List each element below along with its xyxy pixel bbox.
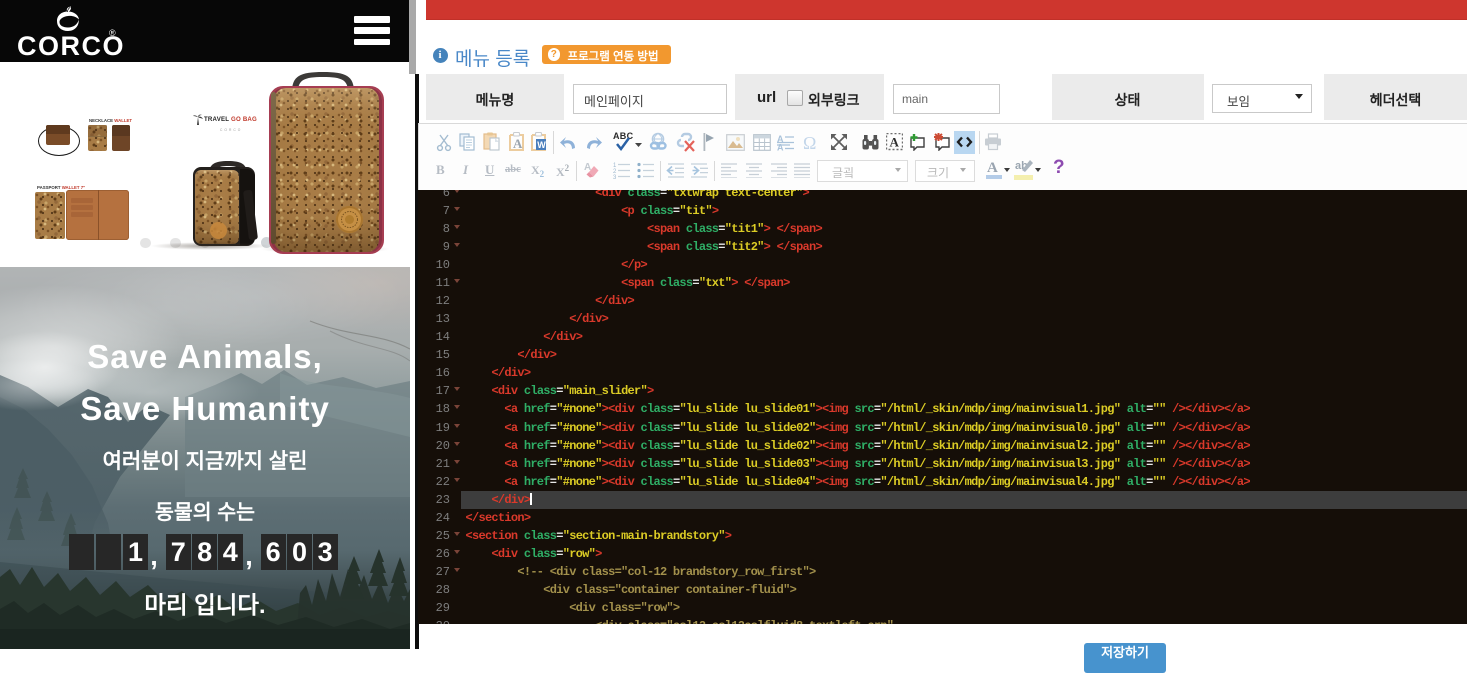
svg-text:A: A bbox=[777, 143, 784, 152]
svg-text:A: A bbox=[513, 136, 523, 151]
svg-text:Ω: Ω bbox=[803, 133, 816, 151]
svg-text:A: A bbox=[890, 135, 900, 150]
svg-text:3: 3 bbox=[613, 175, 617, 180]
svg-text:W: W bbox=[537, 140, 546, 150]
svg-text:ABC: ABC bbox=[613, 131, 634, 141]
